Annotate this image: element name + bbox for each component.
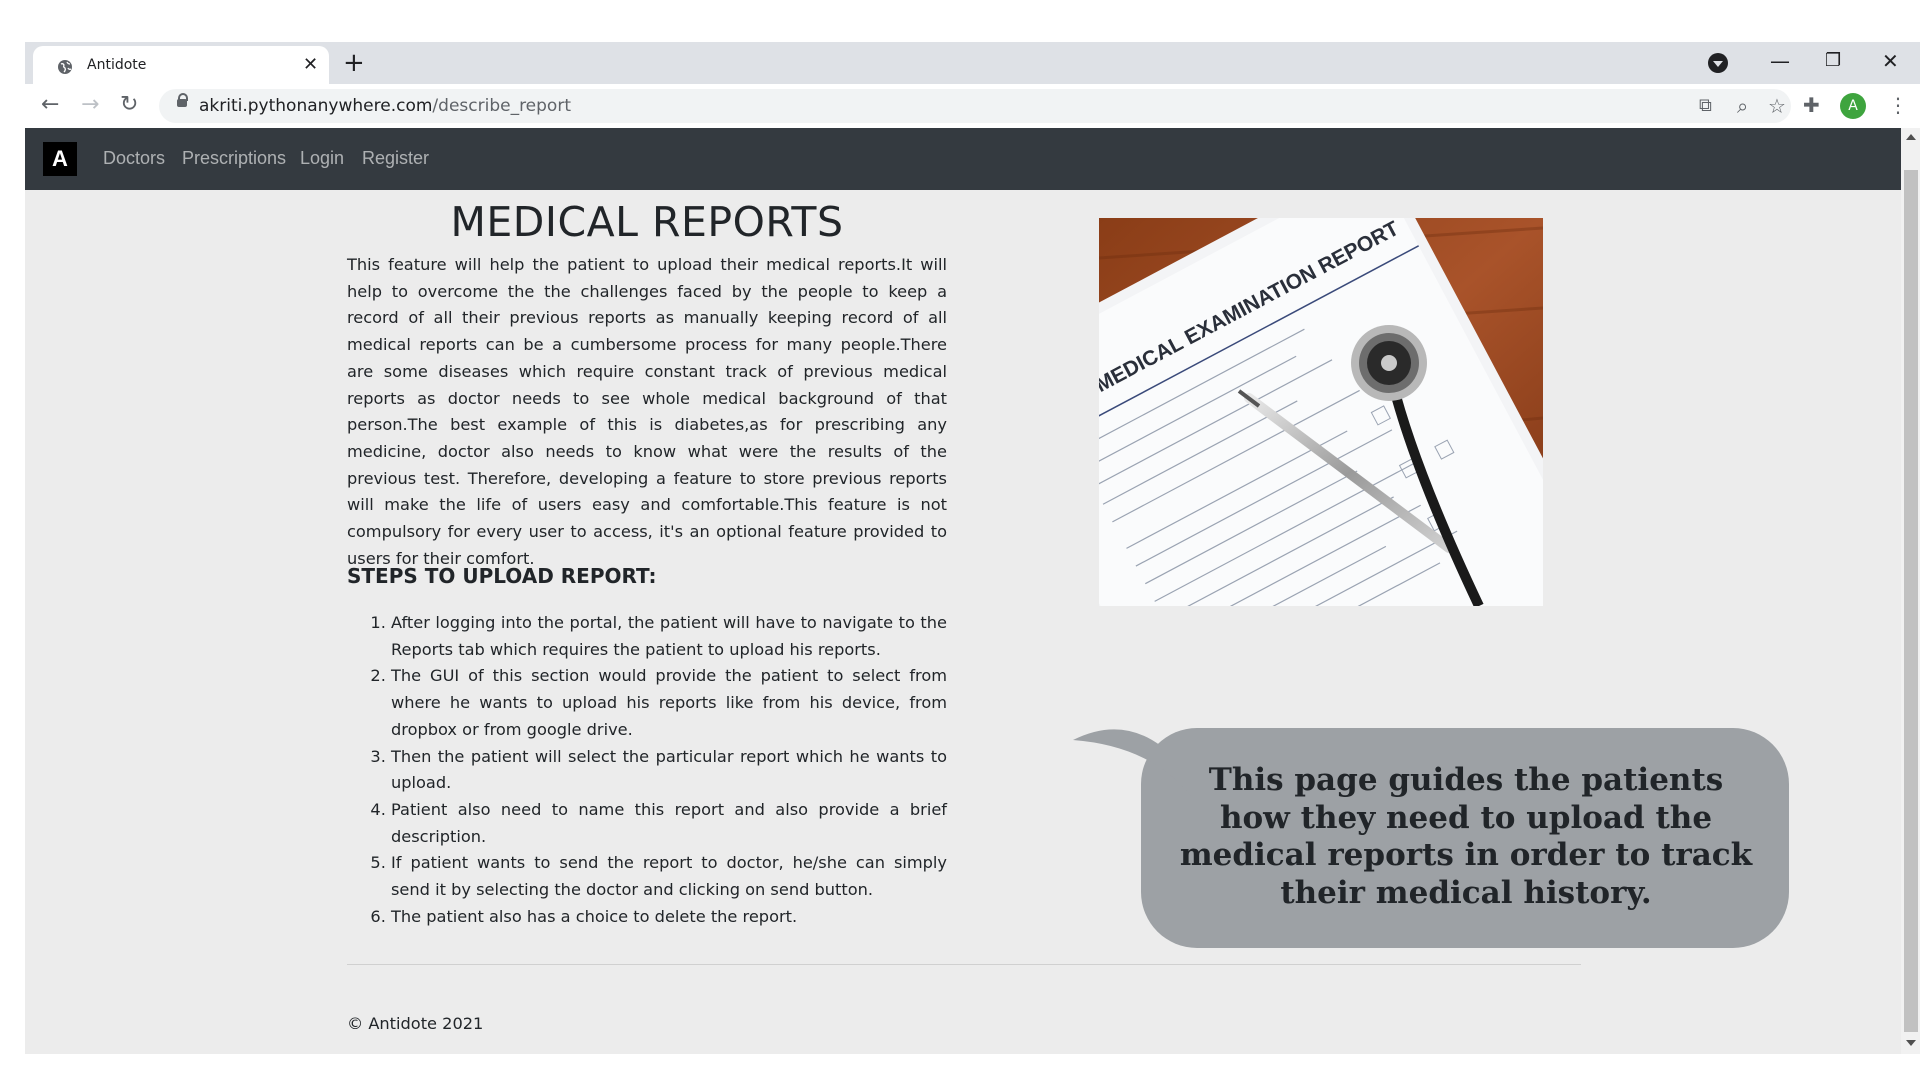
- address-bar[interactable]: akriti.pythonanywhere.com/describe_repor…: [159, 89, 1791, 123]
- steps-list: After logging into the portal, the patie…: [347, 610, 947, 930]
- globe-icon: [58, 60, 72, 74]
- vertical-scrollbar[interactable]: [1901, 128, 1920, 1054]
- page-title: MEDICAL REPORTS: [450, 198, 844, 246]
- back-icon[interactable]: ←: [41, 92, 59, 118]
- minimize-button[interactable]: —: [1770, 46, 1790, 76]
- new-tab-button[interactable]: +: [343, 46, 365, 80]
- translate-icon[interactable]: ⧉: [1699, 95, 1712, 117]
- url-path: /describe_report: [432, 96, 571, 116]
- footer-divider: [347, 964, 1581, 965]
- url-text[interactable]: akriti.pythonanywhere.com/describe_repor…: [199, 96, 571, 116]
- close-tab-icon[interactable]: ✕: [303, 52, 318, 78]
- nav-link-login[interactable]: Login: [300, 148, 344, 169]
- tab-search-icon[interactable]: [1708, 53, 1728, 73]
- scroll-thumb[interactable]: [1904, 170, 1918, 1032]
- bookmark-star-icon[interactable]: ☆: [1768, 95, 1786, 117]
- scroll-down-arrow-icon[interactable]: [1906, 1040, 1916, 1046]
- list-item: If patient wants to send the report to d…: [391, 850, 947, 903]
- list-item: Then the patient will select the particu…: [391, 744, 947, 797]
- browser-toolbar: ← → ↻ akriti.pythonanywhere.com/describe…: [25, 84, 1920, 128]
- site-navbar: A Doctors Prescriptions Login Register: [25, 128, 1901, 190]
- list-item: The GUI of this section would provide th…: [391, 663, 947, 743]
- lock-icon[interactable]: [177, 93, 188, 107]
- extensions-icon[interactable]: ✚: [1803, 92, 1820, 118]
- page-viewport: A Doctors Prescriptions Login Register M…: [25, 128, 1901, 1054]
- nav-link-register[interactable]: Register: [362, 148, 429, 169]
- list-item: Patient also need to name this report an…: [391, 797, 947, 850]
- medical-report-image: MEDICAL EXAMINATION REPORT: [1099, 218, 1543, 606]
- url-host: akriti.pythonanywhere.com: [199, 96, 433, 116]
- steps-heading: STEPS TO UPLOAD REPORT:: [347, 564, 657, 588]
- tab-strip: Antidote ✕ + — ❐ ✕: [25, 42, 1920, 84]
- site-logo[interactable]: A: [43, 142, 77, 176]
- list-item: After logging into the portal, the patie…: [391, 610, 947, 663]
- browser-window: Antidote ✕ + — ❐ ✕ ← → ↻ akriti.pythonan…: [25, 42, 1920, 1054]
- intro-paragraph: This feature will help the patient to up…: [347, 255, 947, 568]
- bubble-text: This page guides the patients how they n…: [1179, 762, 1753, 911]
- menu-icon[interactable]: ⋮: [1888, 92, 1908, 118]
- footer-copyright: © Antidote 2021: [347, 1014, 484, 1033]
- list-item: The patient also has a choice to delete …: [391, 904, 947, 931]
- profile-icon[interactable]: A: [1840, 93, 1866, 119]
- reload-icon[interactable]: ↻: [120, 92, 138, 118]
- restore-button[interactable]: ❐: [1825, 46, 1841, 76]
- close-window-button[interactable]: ✕: [1882, 46, 1899, 76]
- zoom-icon[interactable]: ⌕: [1737, 95, 1748, 117]
- forward-icon[interactable]: →: [81, 92, 99, 118]
- scroll-up-arrow-icon[interactable]: [1906, 134, 1916, 140]
- nav-link-doctors[interactable]: Doctors: [103, 148, 165, 169]
- medical-report-illustration: MEDICAL EXAMINATION REPORT: [1099, 218, 1543, 606]
- tab-title: Antidote: [87, 57, 147, 73]
- nav-link-prescriptions[interactable]: Prescriptions: [182, 148, 286, 169]
- info-speech-bubble: This page guides the patients how they n…: [1073, 728, 1789, 948]
- browser-tab[interactable]: Antidote ✕: [33, 46, 329, 84]
